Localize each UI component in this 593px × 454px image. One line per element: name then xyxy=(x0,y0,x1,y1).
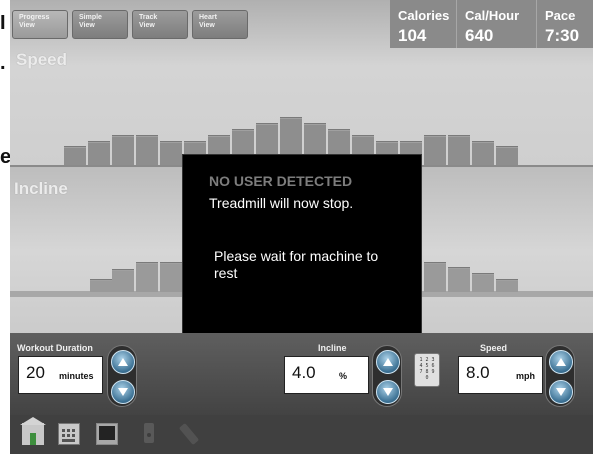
bottom-toolbar xyxy=(10,415,593,454)
stat-value: 104 xyxy=(398,26,427,45)
incline-up-button[interactable] xyxy=(376,350,400,374)
speed-value: 8.0 xyxy=(466,363,490,382)
incline-bar xyxy=(424,262,446,292)
tab-label: Track xyxy=(139,14,158,21)
stat-label: Cal/Hour xyxy=(465,8,520,23)
tab-label: Simple xyxy=(79,14,102,21)
incline-down-button[interactable] xyxy=(376,380,400,404)
speed-bar xyxy=(160,141,182,166)
keyboard-icon[interactable] xyxy=(58,423,80,445)
key xyxy=(62,434,65,437)
tab-heart-view[interactable]: Heart View xyxy=(192,10,248,39)
speed-bar xyxy=(112,135,134,166)
key xyxy=(72,429,75,432)
tab-track-view[interactable]: Track View xyxy=(132,10,188,39)
incline-stepper xyxy=(372,345,402,407)
incline-bar xyxy=(496,279,518,292)
tv-icon[interactable] xyxy=(96,423,118,445)
home-icon[interactable] xyxy=(20,417,46,445)
duration-field[interactable]: 20 minutes xyxy=(18,356,103,394)
incline-bar xyxy=(160,262,182,292)
incline-bar xyxy=(448,267,470,292)
speed-bar xyxy=(472,141,494,166)
duration-unit: minutes xyxy=(59,371,94,381)
tab-simple-view[interactable]: Simple View xyxy=(72,10,128,39)
home-door xyxy=(30,433,36,445)
stat-value: 7:30 xyxy=(545,26,580,45)
incline-field[interactable]: 4.0 % xyxy=(284,356,369,394)
edge-fragment-2: . xyxy=(0,52,6,74)
key xyxy=(67,429,70,432)
speed-bar xyxy=(64,146,86,166)
speed-bar xyxy=(88,141,110,166)
speed-up-button[interactable] xyxy=(549,350,573,374)
incline-bar xyxy=(136,262,158,292)
stat-label: Calories xyxy=(398,8,450,23)
duration-stepper xyxy=(107,345,137,407)
keypad-icon[interactable]: 1 2 3 4 5 6 7 8 9 0 xyxy=(414,353,440,387)
duration-down-button[interactable] xyxy=(111,380,135,404)
speed-control-label: Speed xyxy=(480,343,508,353)
duration-up-button[interactable] xyxy=(111,350,135,374)
control-bar: Workout Duration 20 minutes Incline 4.0 … xyxy=(10,333,593,415)
stat-calories: Calories 104 xyxy=(390,0,456,48)
tab-label: View xyxy=(139,22,155,29)
tab-label: View xyxy=(19,22,35,29)
tab-label: Heart xyxy=(199,14,217,21)
keypad-row: 0 xyxy=(425,375,429,381)
incline-bar xyxy=(90,279,112,292)
key xyxy=(72,434,75,437)
tab-label: Progress xyxy=(19,14,50,21)
speed-stepper xyxy=(545,345,575,407)
dialog-title: NO USER DETECTED xyxy=(209,173,353,189)
stat-label: Pace xyxy=(545,8,576,23)
incline-unit: % xyxy=(339,371,348,381)
incline-value: 4.0 xyxy=(292,363,316,382)
edge-fragment-1: I xyxy=(0,12,6,34)
speed-panel: Progress View Simple View Track View Hea… xyxy=(10,0,593,166)
no-user-dialog: NO USER DETECTED Treadmill will now stop… xyxy=(182,154,422,334)
view-tabs: Progress View Simple View Track View Hea… xyxy=(12,10,248,39)
speed-bar xyxy=(448,135,470,166)
dialog-body: Please wait for machine to rest xyxy=(214,248,379,281)
tab-progress-view[interactable]: Progress View xyxy=(12,10,68,39)
stat-value: 640 xyxy=(465,26,494,45)
speed-down-button[interactable] xyxy=(549,380,573,404)
incline-control-label: Incline xyxy=(318,343,347,353)
speed-unit: mph xyxy=(516,371,535,381)
speed-bar xyxy=(424,135,446,166)
duration-value: 20 xyxy=(26,363,45,382)
key xyxy=(67,434,70,437)
treadmill-screen: Progress View Simple View Track View Hea… xyxy=(10,0,593,454)
usb-icon xyxy=(178,423,200,445)
ipod-icon xyxy=(144,423,154,443)
tab-label: View xyxy=(199,22,215,29)
stat-pace: Pace 7:30 xyxy=(536,0,593,48)
dialog-message: Treadmill will now stop. xyxy=(209,195,354,211)
key xyxy=(62,439,75,442)
duration-label: Workout Duration xyxy=(17,343,93,353)
speed-field[interactable]: 8.0 mph xyxy=(458,356,543,394)
stat-cal-hour: Cal/Hour 640 xyxy=(456,0,536,48)
speed-bar xyxy=(496,146,518,166)
incline-label: Incline xyxy=(14,179,68,198)
tab-label: View xyxy=(79,22,95,29)
workout-stats: Calories 104 Cal/Hour 640 Pace 7:30 xyxy=(390,0,593,48)
incline-bar xyxy=(472,273,494,292)
key xyxy=(62,429,65,432)
speed-label: Speed xyxy=(16,50,68,69)
speed-bar xyxy=(136,135,158,166)
incline-bar xyxy=(112,269,134,292)
